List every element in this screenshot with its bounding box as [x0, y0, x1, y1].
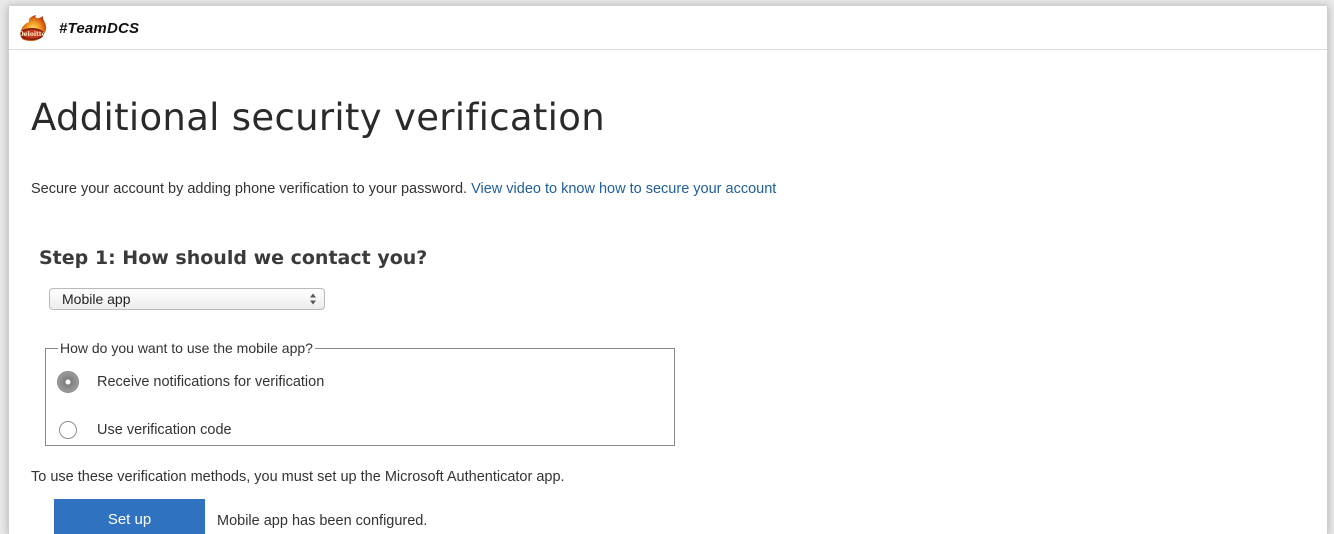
set-up-button[interactable]: Set up	[54, 499, 205, 534]
radio-unchecked-icon[interactable]	[59, 421, 77, 439]
intro-paragraph: Secure your account by adding phone veri…	[31, 181, 776, 197]
video-link[interactable]: View video to know how to secure your ac…	[471, 181, 776, 197]
radio-verification-code[interactable]: Use verification code	[59, 418, 232, 442]
radio-checked-icon[interactable]	[57, 371, 79, 393]
flame-logo-icon: Deloitte	[19, 15, 47, 41]
page-title: Additional security verification	[31, 96, 605, 139]
mobile-app-legend: How do you want to use the mobile app?	[60, 340, 313, 356]
configured-status: Mobile app has been configured.	[217, 513, 428, 529]
authenticator-note: To use these verification methods, you m…	[31, 469, 565, 485]
radio-label-notifications: Receive notifications for verification	[97, 374, 325, 390]
intro-text: Secure your account by adding phone veri…	[31, 181, 468, 197]
logo-lettering: Deloitte	[19, 31, 46, 38]
contact-method-select[interactable]: Mobile app	[49, 288, 325, 310]
contact-method-value: Mobile app	[62, 291, 131, 307]
browser-frame: Deloitte #TeamDCS Additional security ve…	[8, 6, 1328, 534]
step-1-title: Step 1: How should we contact you?	[39, 247, 428, 269]
radio-label-code: Use verification code	[97, 422, 232, 438]
select-arrows-icon	[310, 293, 316, 305]
brand-name: #TeamDCS	[59, 20, 140, 37]
radio-receive-notifications[interactable]: Receive notifications for verification	[57, 370, 325, 394]
top-bar: Deloitte #TeamDCS	[9, 6, 1327, 50]
